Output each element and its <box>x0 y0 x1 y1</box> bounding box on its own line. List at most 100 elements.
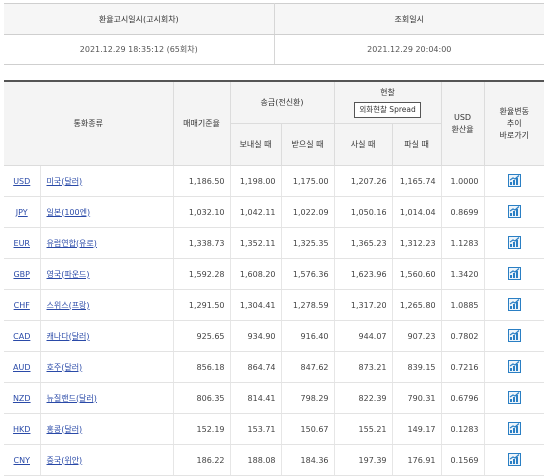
currency-name-link[interactable]: 호주(달러) <box>47 363 83 372</box>
currency-name-link[interactable]: 영국(파운드) <box>47 270 90 279</box>
cash-buy-cell: 1,623.96 <box>333 258 393 290</box>
announcement-info-table: 환율고시일시(고시회차) 조회일시 2021.12.29 18:35:12 (6… <box>4 3 544 65</box>
remit-receive-cell: 1,022.09 <box>280 196 335 228</box>
currency-code-link[interactable]: HKD <box>13 425 30 434</box>
remit-receive-cell: 916.40 <box>280 320 335 352</box>
base-rate-cell: 1,592.28 <box>172 258 231 290</box>
remit-receive-cell: 798.29 <box>280 382 335 414</box>
currency-code-cell: CHF <box>4 289 40 321</box>
cash-buy-cell: 1,365.23 <box>333 227 393 259</box>
currency-row: USD 미국(달러) 1,186.50 1,198.00 1,175.00 1,207.2… <box>4 165 545 197</box>
trend-header-line3: 바로가기 <box>499 130 529 140</box>
currency-name-cell: 미국(달러) <box>39 165 174 197</box>
currency-name-link[interactable]: 미국(달러) <box>47 177 83 186</box>
cash-spread-button[interactable]: 외화현찰 Spread <box>354 102 421 118</box>
remit-send-cell: 1,304.41 <box>229 289 282 321</box>
trend-shortcut-cell <box>483 413 545 445</box>
currency-code-cell: USD <box>4 165 40 197</box>
currency-code-link[interactable]: GBP <box>13 270 30 279</box>
base-rate-cell: 1,338.73 <box>172 227 231 259</box>
cash-sell-cell: 149.17 <box>391 413 442 445</box>
trend-shortcut-cell <box>483 165 545 197</box>
chart-trend-icon[interactable] <box>507 204 521 220</box>
exchange-rate-rows: USD 미국(달러) 1,186.50 1,198.00 1,175.00 1,207.2… <box>4 165 545 476</box>
currency-name-link[interactable]: 홍콩(달러) <box>47 425 83 434</box>
remit-send-cell: 1,608.20 <box>229 258 282 290</box>
currency-row: CAD 캐나다(달러) 925.65 934.90 916.40 944.07 907.23… <box>4 320 545 352</box>
cash-buy-cell: 944.07 <box>333 320 393 352</box>
announce-time-value: 2021.12.29 18:35:12 (65회차) <box>4 34 275 65</box>
currency-code-link[interactable]: NZD <box>13 394 31 403</box>
cash-sell-cell: 1,560.60 <box>391 258 442 290</box>
cash-sell-cell: 1,165.74 <box>391 165 442 197</box>
currency-code-cell: EUR <box>4 227 40 259</box>
chart-trend-icon[interactable] <box>507 390 521 406</box>
exchange-rate-table: 통화종류 매매기준율 송금(전신환) 현찰 외화현찰 Spread USD 환산… <box>4 80 545 476</box>
remit-send-cell: 153.71 <box>229 413 282 445</box>
currency-code-link[interactable]: CAD <box>13 332 30 341</box>
currency-code-link[interactable]: EUR <box>14 239 30 248</box>
currency-type-header: 통화종류 <box>4 80 174 166</box>
chart-trend-icon[interactable] <box>507 266 521 282</box>
cash-sell-cell: 907.23 <box>391 320 442 352</box>
currency-name-link[interactable]: 뉴질랜드(달러) <box>47 394 97 403</box>
usd-conversion-cell: 0.8699 <box>440 196 485 228</box>
remit-send-cell: 864.74 <box>229 351 282 383</box>
remit-receive-cell: 1,278.59 <box>280 289 335 321</box>
announce-time-header: 환율고시일시(고시회차) <box>4 3 275 35</box>
chart-trend-icon[interactable] <box>507 297 521 313</box>
currency-name-link[interactable]: 스위스(프랑) <box>47 301 90 310</box>
chart-trend-icon[interactable] <box>507 359 521 375</box>
base-rate-header: 매매기준율 <box>172 80 231 166</box>
usd-conversion-cell: 0.1283 <box>440 413 485 445</box>
currency-code-link[interactable]: CHF <box>14 301 30 310</box>
currency-name-cell: 뉴질랜드(달러) <box>39 382 174 414</box>
usd-conversion-cell: 0.6796 <box>440 382 485 414</box>
cash-buy-cell: 873.21 <box>333 351 393 383</box>
currency-code-link[interactable]: JPY <box>16 208 28 217</box>
currency-name-link[interactable]: 일본(100엔) <box>47 208 91 217</box>
remit-send-cell: 1,352.11 <box>229 227 282 259</box>
cash-buy-cell: 155.21 <box>333 413 393 445</box>
currency-code-cell: NZD <box>4 382 40 414</box>
currency-code-link[interactable]: CNY <box>14 456 30 465</box>
cash-header-label: 현찰 <box>380 88 395 97</box>
base-rate-cell: 806.35 <box>172 382 231 414</box>
remit-send-header: 보내실 때 <box>229 123 282 166</box>
currency-name-link[interactable]: 유럽연합(유로) <box>47 239 97 248</box>
usd-conversion-cell: 1.1283 <box>440 227 485 259</box>
cash-sell-cell: 1,014.04 <box>391 196 442 228</box>
chart-trend-icon[interactable] <box>507 452 521 468</box>
currency-row: NZD 뉴질랜드(달러) 806.35 814.41 798.29 822.39 790.3… <box>4 382 545 414</box>
currency-code-cell: CAD <box>4 320 40 352</box>
base-rate-cell: 925.65 <box>172 320 231 352</box>
cash-sell-header: 파실 때 <box>391 123 442 166</box>
trend-shortcut-cell <box>483 289 545 321</box>
base-rate-cell: 1,291.50 <box>172 289 231 321</box>
currency-code-cell: HKD <box>4 413 40 445</box>
currency-code-link[interactable]: USD <box>13 177 30 186</box>
chart-trend-icon[interactable] <box>507 173 521 189</box>
currency-name-cell: 스위스(프랑) <box>39 289 174 321</box>
trend-header-line2: 추이 <box>506 118 522 128</box>
base-rate-cell: 1,032.10 <box>172 196 231 228</box>
currency-name-link[interactable]: 중국(위안) <box>47 456 83 465</box>
usd-conversion-line1: USD <box>453 112 472 122</box>
cash-sell-cell: 839.15 <box>391 351 442 383</box>
currency-code-link[interactable]: AUD <box>13 363 31 372</box>
chart-trend-icon[interactable] <box>507 328 521 344</box>
currency-name-cell: 홍콩(달러) <box>39 413 174 445</box>
chart-trend-icon[interactable] <box>507 235 521 251</box>
currency-name-link[interactable]: 캐나다(달러) <box>47 332 90 341</box>
currency-name-cell: 영국(파운드) <box>39 258 174 290</box>
remit-send-cell: 934.90 <box>229 320 282 352</box>
query-time-header: 조회일시 <box>274 3 544 35</box>
currency-row: JPY 일본(100엔) 1,032.10 1,042.11 1,022.09 1,050… <box>4 196 545 228</box>
currency-name-cell: 유럽연합(유로) <box>39 227 174 259</box>
chart-trend-icon[interactable] <box>507 421 521 437</box>
base-rate-cell: 1,186.50 <box>172 165 231 197</box>
cash-header: 현찰 외화현찰 Spread <box>333 80 442 124</box>
query-time-value: 2021.12.29 20:04:00 <box>274 34 544 65</box>
currency-code-cell: GBP <box>4 258 40 290</box>
remit-receive-cell: 1,576.36 <box>280 258 335 290</box>
